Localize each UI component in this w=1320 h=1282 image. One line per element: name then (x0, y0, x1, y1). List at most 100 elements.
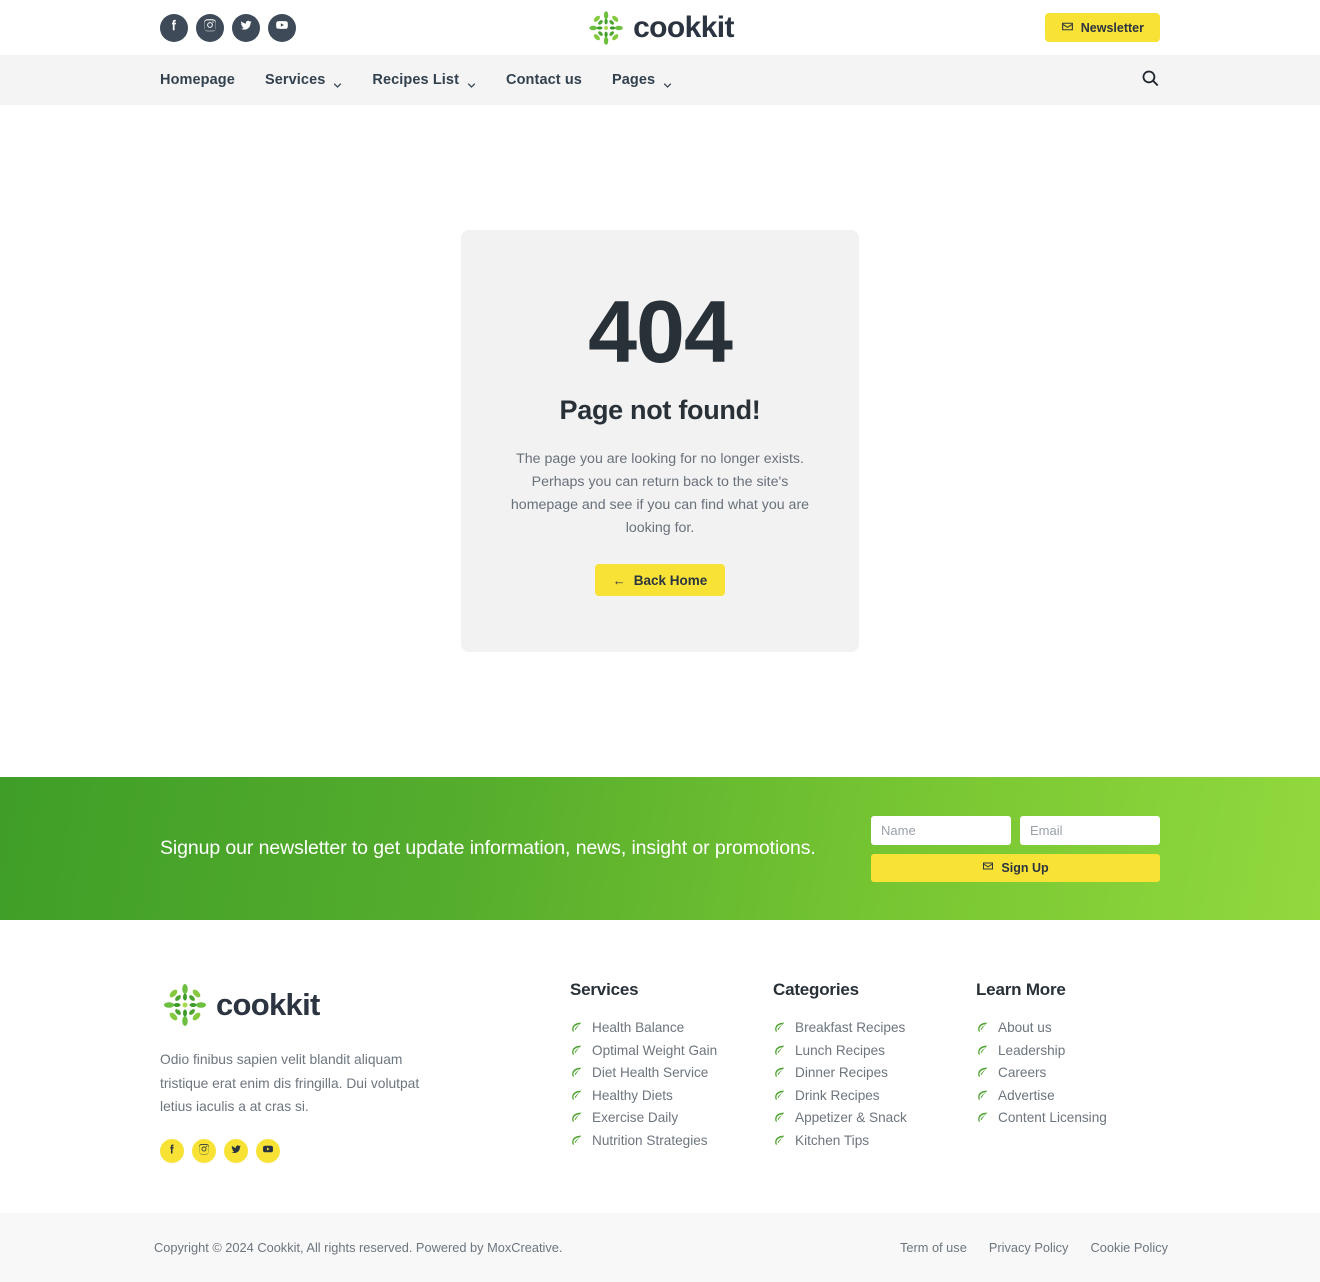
footer-link[interactable]: Drink Recipes (773, 1088, 976, 1103)
nav-items: Homepage Services Recipes List Contact u… (160, 72, 672, 88)
error-title: Page not found! (559, 395, 761, 425)
facebook-icon (167, 18, 181, 37)
email-input[interactable] (1020, 815, 1160, 845)
footer-social-link-youtube[interactable] (256, 1139, 280, 1164)
footer-social-link-twitter[interactable] (224, 1139, 248, 1164)
twitter-icon (239, 18, 253, 37)
top-bar: cookkit Newsletter (0, 0, 1320, 55)
footer-link-label: Appetizer & Snack (795, 1110, 907, 1125)
footer-link[interactable]: Exercise Daily (570, 1110, 773, 1125)
footer-link[interactable]: Breakfast Recipes (773, 1020, 976, 1035)
footer-link[interactable]: Lunch Recipes (773, 1043, 976, 1058)
header-social-links (160, 13, 296, 42)
error-card: 404 Page not found! The page you are loo… (461, 230, 859, 652)
footer-link[interactable]: Appetizer & Snack (773, 1110, 976, 1125)
legal-link-cookie-policy[interactable]: Cookie Policy (1090, 1240, 1168, 1255)
legal-link-privacy-policy[interactable]: Privacy Policy (989, 1240, 1069, 1255)
footer-column-heading: Categories (773, 980, 859, 999)
footer-social-link-instagram[interactable] (192, 1139, 216, 1164)
page-root: cookkit Newsletter Homepage Services Rec… (0, 0, 1320, 1282)
leaf-icon (570, 1021, 583, 1034)
footer-description: Odio finibus sapien velit blandit aliqua… (160, 1052, 420, 1115)
footer-link[interactable]: Leadership (976, 1043, 1107, 1058)
back-home-button[interactable]: ← Back Home (594, 564, 726, 596)
newsletter-heading: Signup our newsletter to get update info… (160, 837, 816, 860)
legal-links: Term of use Privacy Policy Cookie Policy (900, 1240, 1168, 1255)
footer-logo[interactable]: cookkit (160, 980, 570, 1030)
footer-link-label: Drink Recipes (795, 1087, 880, 1103)
footer-column-learn-more: Learn More About us Leadership Careers A… (976, 980, 1107, 1163)
nav-item-services[interactable]: Services (265, 72, 342, 88)
social-link-instagram[interactable] (196, 13, 224, 42)
footer-link[interactable]: Healthy Diets (570, 1088, 773, 1103)
brand-name: cookkit (633, 10, 734, 44)
chevron-down-icon (663, 77, 672, 88)
footer-social-links (160, 1139, 570, 1164)
leaf-icon (976, 1021, 989, 1034)
nav-label: Recipes List (372, 72, 460, 88)
footer-link[interactable]: Advertise (976, 1088, 1107, 1103)
footer-column-heading: Services (570, 980, 639, 999)
footer-link[interactable]: Nutrition Strategies (570, 1133, 773, 1148)
instagram-icon (198, 1142, 210, 1160)
chevron-down-icon (333, 77, 342, 88)
nav-label: Services (264, 72, 326, 88)
leaf-icon (773, 1044, 786, 1057)
nav-item-contact-us[interactable]: Contact us (506, 72, 582, 88)
search-button[interactable] (1141, 69, 1160, 91)
nav-item-homepage[interactable]: Homepage (160, 72, 235, 88)
footer-link[interactable]: Dinner Recipes (773, 1065, 976, 1080)
leaf-icon (570, 1066, 583, 1079)
youtube-icon (275, 18, 289, 37)
name-input[interactable] (871, 815, 1011, 845)
nav-item-recipes-list[interactable]: Recipes List (372, 72, 476, 88)
leaf-icon (773, 1021, 786, 1034)
footer-link-label: Kitchen Tips (795, 1132, 870, 1148)
newsletter-button[interactable]: Newsletter (1044, 13, 1160, 42)
footer-link[interactable]: Diet Health Service (570, 1065, 773, 1080)
footer-link-label: Exercise Daily (592, 1110, 679, 1125)
footer: cookkit Odio finibus sapien velit blandi… (0, 920, 1320, 1214)
leaf-icon (570, 1134, 583, 1147)
newsletter-form: Sign Up (871, 815, 1160, 882)
signup-button-label: Sign Up (1001, 860, 1049, 875)
footer-link-label: Breakfast Recipes (795, 1020, 906, 1035)
newsletter-band: Signup our newsletter to get update info… (0, 777, 1320, 920)
leaf-icon (976, 1066, 989, 1079)
footer-link-label: Content Licensing (998, 1110, 1107, 1125)
leaf-icon (570, 1044, 583, 1057)
footer-link[interactable]: Kitchen Tips (773, 1133, 976, 1148)
footer-link-label: Lunch Recipes (795, 1042, 885, 1058)
error-code: 404 (588, 282, 733, 381)
footer-brand-column: cookkit Odio finibus sapien velit blandi… (160, 980, 570, 1164)
footer-link[interactable]: Optimal Weight Gain (570, 1043, 773, 1058)
twitter-icon (230, 1142, 242, 1160)
footer-link[interactable]: About us (976, 1020, 1107, 1035)
facebook-icon (166, 1142, 178, 1160)
error-description: The page you are looking for no longer e… (510, 451, 810, 536)
footer-column-services: Services Health Balance Optimal Weight G… (570, 980, 773, 1163)
leaf-icon (773, 1111, 786, 1124)
envelope-icon (1061, 20, 1074, 36)
legal-link-term-of-use[interactable]: Term of use (900, 1240, 967, 1255)
leaf-icon (976, 1111, 989, 1124)
nav-label: Pages (611, 72, 656, 88)
footer-link-label: Leadership (998, 1042, 1066, 1058)
leaf-icon (570, 1089, 583, 1102)
footer-link[interactable]: Careers (976, 1065, 1107, 1080)
signup-button[interactable]: Sign Up (871, 853, 1160, 882)
arrow-left-icon: ← (612, 572, 626, 588)
social-link-twitter[interactable] (232, 13, 260, 42)
footer-link[interactable]: Content Licensing (976, 1110, 1107, 1125)
leaf-burst-logo-icon (160, 980, 210, 1030)
footer-brand-name: cookkit (216, 987, 320, 1022)
header-logo[interactable]: cookkit (586, 8, 735, 48)
nav-label: Homepage (160, 72, 235, 88)
social-link-youtube[interactable] (268, 13, 296, 42)
nav-label: Contact us (506, 72, 582, 88)
social-link-facebook[interactable] (160, 13, 188, 42)
footer-social-link-facebook[interactable] (160, 1139, 184, 1164)
nav-item-pages[interactable]: Pages (612, 72, 672, 88)
footer-link[interactable]: Health Balance (570, 1020, 773, 1035)
footer-link-label: Nutrition Strategies (592, 1132, 708, 1148)
